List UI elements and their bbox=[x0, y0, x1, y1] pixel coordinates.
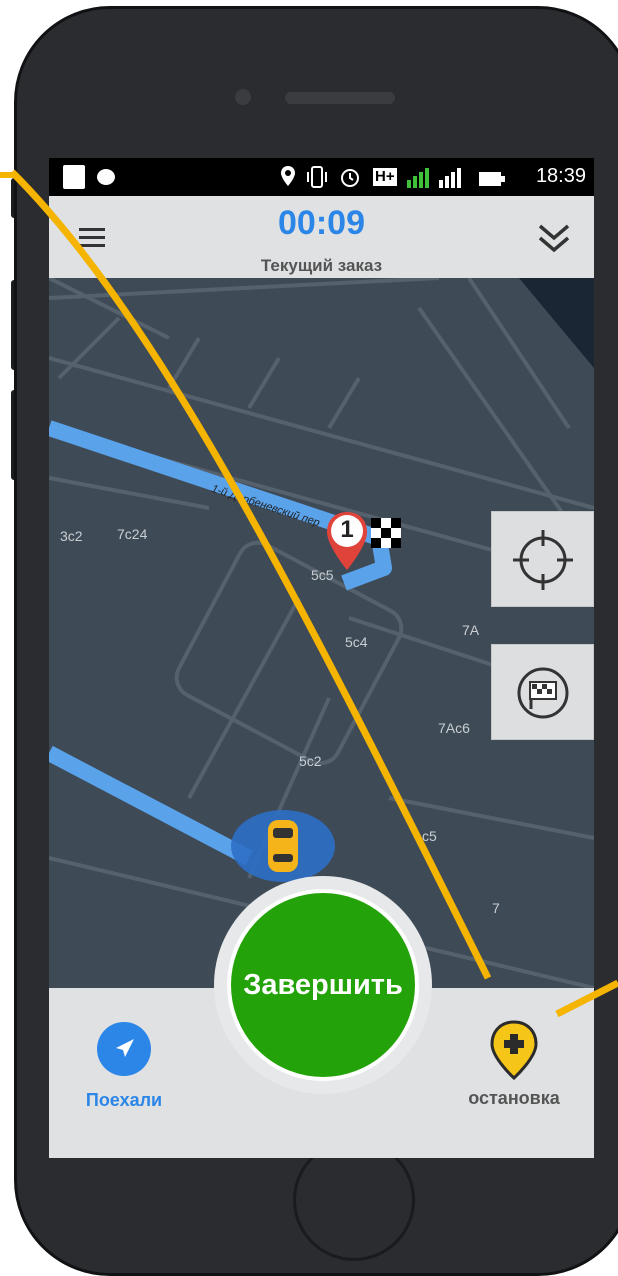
add-stop-label: остановка bbox=[468, 1088, 560, 1108]
building-label: 7с24 bbox=[117, 526, 148, 542]
finish-order-button[interactable]: Завершить bbox=[227, 889, 419, 1081]
order-subtitle: Текущий заказ bbox=[260, 256, 383, 275]
battery-icon bbox=[479, 172, 505, 186]
front-camera bbox=[235, 89, 251, 105]
waypoint-marker[interactable]: 1 bbox=[325, 510, 369, 572]
driver-app-icon bbox=[63, 165, 85, 189]
navigation-arrow-icon bbox=[97, 1022, 151, 1076]
go-button[interactable]: Поехали bbox=[69, 1016, 179, 1116]
crosshair-icon bbox=[513, 530, 573, 590]
alarm-icon bbox=[341, 169, 359, 187]
building-label: 3с2 bbox=[60, 528, 83, 544]
status-time: 18:39 bbox=[535, 165, 586, 187]
double-chevron-down-icon[interactable] bbox=[534, 218, 574, 258]
building-label: 7Ас6 bbox=[438, 720, 470, 736]
order-timer: 00:09 bbox=[278, 204, 365, 242]
building-label: 7А bbox=[462, 622, 480, 638]
status-bar: H+ 18:39 bbox=[49, 158, 594, 196]
chat-notification-icon bbox=[97, 169, 115, 185]
taxi-car-icon bbox=[268, 820, 298, 872]
building-label: с5 bbox=[422, 828, 437, 844]
route-to-finish-button[interactable] bbox=[491, 644, 594, 740]
signal-strength-icon-2 bbox=[439, 168, 461, 188]
checkered-flag-circle-icon bbox=[517, 667, 569, 719]
add-stop-pin-icon bbox=[490, 1020, 538, 1080]
order-header: 00:09 Текущий заказ bbox=[49, 196, 594, 278]
earpiece-speaker bbox=[285, 92, 395, 104]
add-stop-button[interactable]: остановка bbox=[444, 1016, 584, 1116]
checkered-flag-icon bbox=[371, 518, 401, 548]
app-screen: H+ 18:39 00:09 Текущий заказ 1-й Дербене… bbox=[49, 158, 594, 1158]
locate-me-button[interactable] bbox=[491, 511, 594, 607]
building-label: 5с2 bbox=[299, 753, 322, 769]
building-label: 7 bbox=[492, 900, 500, 916]
waypoint-number: 1 bbox=[340, 516, 354, 543]
location-pin-icon bbox=[281, 166, 295, 186]
vibrate-icon bbox=[307, 166, 327, 188]
network-type-icon: H+ bbox=[373, 168, 397, 186]
building-label: 5с4 bbox=[345, 634, 368, 650]
go-label: Поехали bbox=[85, 1090, 163, 1110]
signal-strength-icon-1 bbox=[407, 168, 429, 188]
